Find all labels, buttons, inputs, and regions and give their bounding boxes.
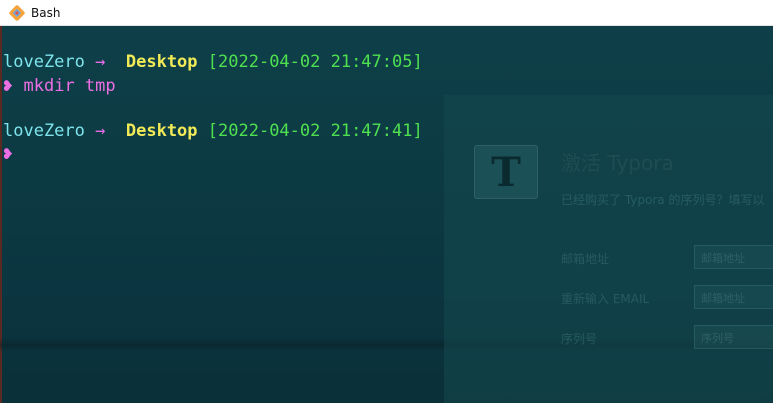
active-command-line[interactable]: ❥ bbox=[3, 143, 13, 165]
email-label: 邮箱地址 bbox=[561, 252, 610, 266]
prompt-user: loveZero bbox=[3, 52, 85, 72]
arrow-icon: → bbox=[95, 121, 106, 141]
terminal-area[interactable]: T 激活 Typora 已经购买了 Typora 的序列号？填写以 邮箱地址 邮… bbox=[0, 26, 773, 403]
prompt-directory: Desktop bbox=[125, 121, 198, 141]
typora-logo: T bbox=[474, 145, 538, 199]
heart-prompt-icon: ❥ bbox=[3, 76, 14, 96]
prompt-user: loveZero bbox=[3, 121, 85, 141]
heart-prompt-icon: ❥ bbox=[3, 144, 14, 164]
typora-activation-dialog: T 激活 Typora 已经购买了 Typora 的序列号？填写以 邮箱地址 邮… bbox=[444, 95, 773, 403]
title-bar[interactable]: Bash bbox=[0, 0, 773, 26]
prompt-timestamp: [2022-04-02 21:47:05] bbox=[207, 52, 423, 72]
serial-field[interactable]: 序列号 bbox=[694, 325, 773, 349]
command-text: mkdir tmp bbox=[23, 76, 116, 96]
dialog-title: 激活 Typora bbox=[561, 151, 674, 175]
dialog-subtitle: 已经购买了 Typora 的序列号？填写以 bbox=[561, 193, 765, 207]
prompt-directory: Desktop bbox=[125, 52, 198, 72]
git-bash-icon bbox=[9, 4, 25, 21]
prompt-header-line: loveZero → Desktop [2022-04-02 21:47:41] bbox=[3, 120, 423, 142]
bash-window: Bash T 激活 Typora 已经购买了 Typora 的序列号？填写以 邮… bbox=[0, 0, 773, 403]
prompt-timestamp: [2022-04-02 21:47:41] bbox=[207, 121, 423, 141]
email-confirm-field[interactable]: 邮箱地址 bbox=[694, 285, 773, 309]
email-confirm-label: 重新输入 EMAIL bbox=[561, 292, 650, 306]
prompt-header-line: loveZero → Desktop [2022-04-02 21:47:05] bbox=[3, 51, 423, 73]
email-field[interactable]: 邮箱地址 bbox=[694, 245, 773, 269]
window-title: Bash bbox=[31, 5, 61, 20]
command-line: ❥ mkdir tmp bbox=[3, 75, 116, 97]
arrow-icon: → bbox=[95, 52, 106, 72]
serial-label: 序列号 bbox=[561, 332, 598, 346]
